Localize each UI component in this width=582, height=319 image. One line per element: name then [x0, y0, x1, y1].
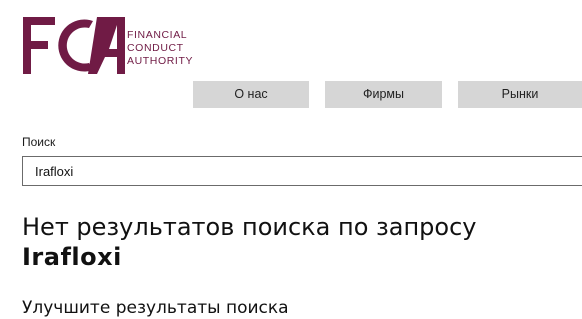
nav-item-firms[interactable]: Фирмы — [325, 81, 442, 108]
no-results-heading: Нет результатов поиска по запросу Iraflo… — [22, 212, 476, 272]
no-results-text: Нет результатов поиска по запросу — [22, 213, 477, 241]
nav-item-markets[interactable]: Рынки — [458, 81, 582, 108]
nav-item-about[interactable]: О нас — [193, 81, 309, 108]
logo-name-line-3: AUTHORITY — [127, 55, 194, 67]
search-label: Поиск — [22, 135, 56, 149]
search-input[interactable] — [22, 156, 582, 186]
logo-name-line-1: FINANCIAL — [127, 29, 188, 41]
improve-results-heading: Улучшите результаты поиска — [22, 298, 289, 318]
logo-name-line-2: CONDUCT — [127, 42, 184, 54]
fca-logo-name: FINANCIAL CONDUCT AUTHORITY — [127, 29, 193, 68]
search-query: Irafloxi — [22, 243, 122, 271]
